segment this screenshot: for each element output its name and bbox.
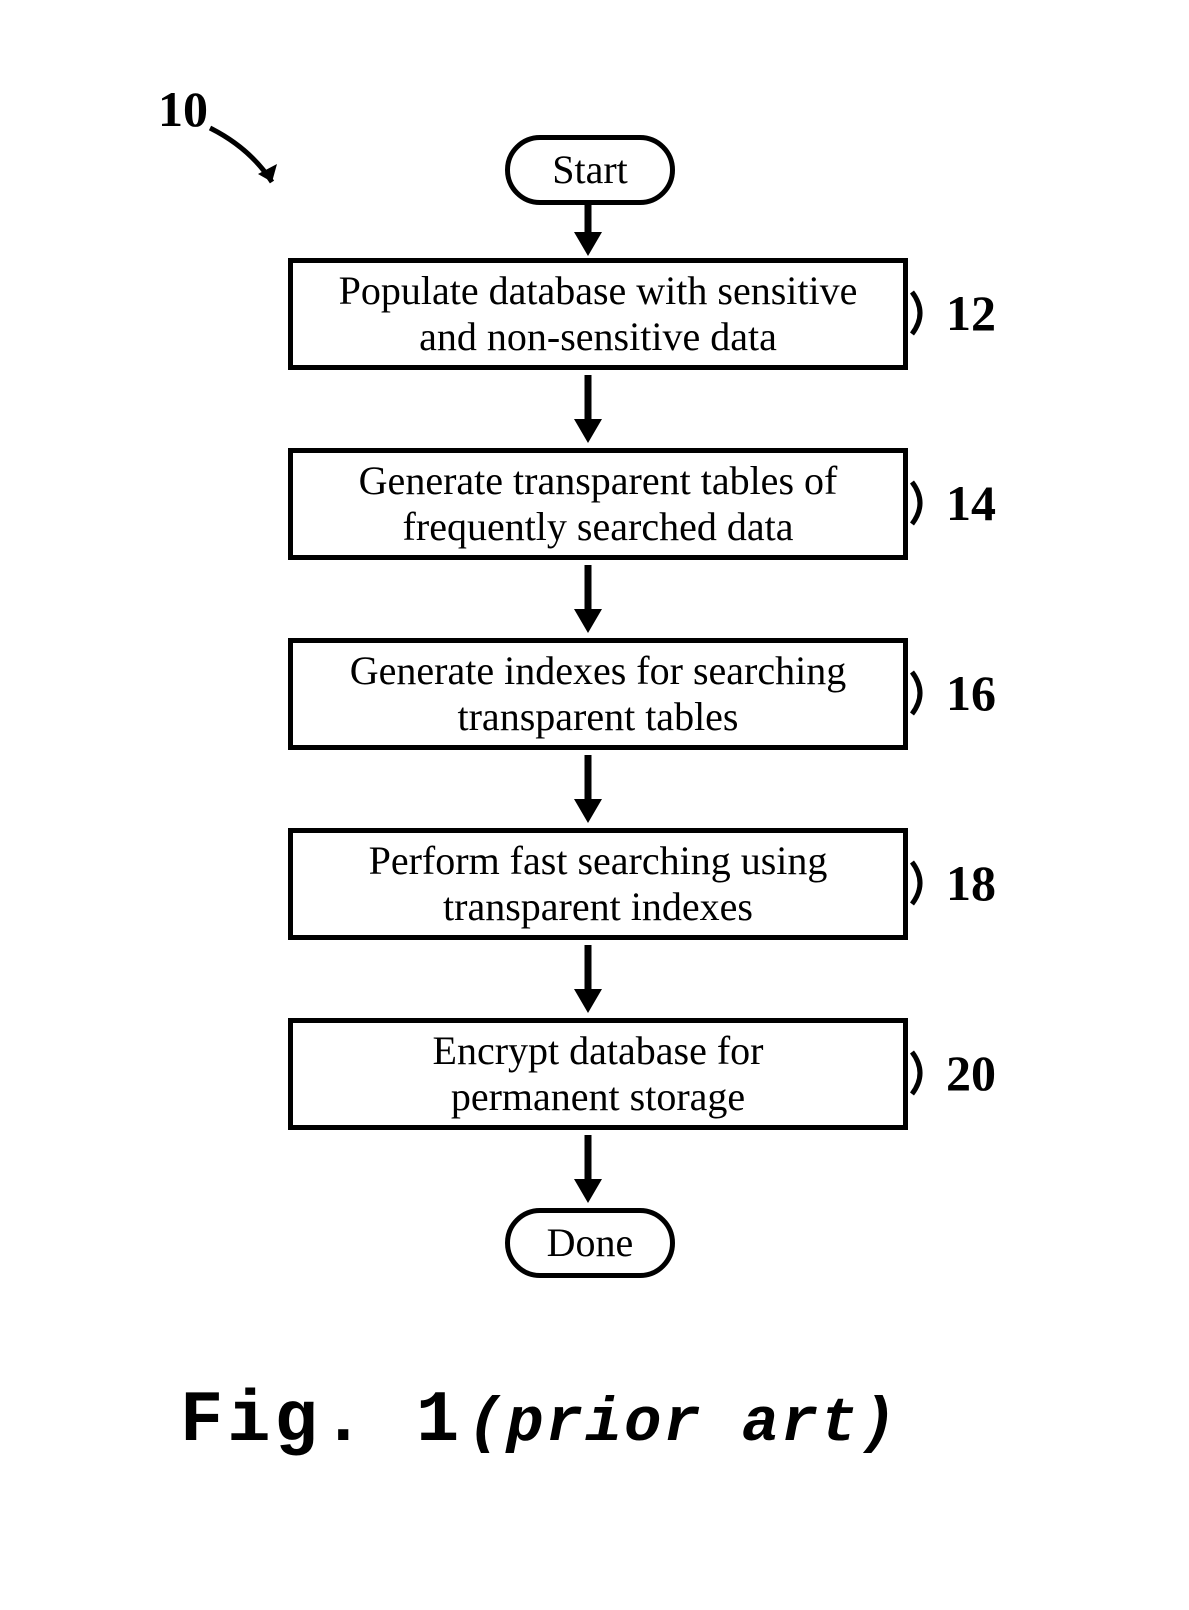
terminator-start: Start bbox=[505, 135, 675, 205]
process-step-5-text: Encrypt database forpermanent storage bbox=[433, 1028, 764, 1120]
ref-label-18: 18 bbox=[946, 854, 996, 912]
terminator-done: Done bbox=[505, 1208, 675, 1278]
process-step-2: Generate transparent tables offrequently… bbox=[288, 448, 908, 560]
caption-prior-art: (prior art) bbox=[467, 1388, 898, 1459]
ref-bracket-14 bbox=[910, 478, 944, 528]
arrow-start-to-step1 bbox=[568, 200, 608, 260]
figure-ref-10-pointer bbox=[200, 118, 300, 208]
arrow-step1-to-step2 bbox=[568, 375, 608, 447]
ref-bracket-20 bbox=[910, 1048, 944, 1098]
arrow-step4-to-step5 bbox=[568, 945, 608, 1017]
arrow-step2-to-step3 bbox=[568, 565, 608, 637]
process-step-2-text: Generate transparent tables offrequently… bbox=[359, 458, 838, 550]
caption-fig-number: Fig. 1 bbox=[180, 1380, 463, 1462]
ref-bracket-18 bbox=[910, 858, 944, 908]
arrow-step5-to-done bbox=[568, 1135, 608, 1207]
process-step-4-text: Perform fast searching usingtransparent … bbox=[369, 838, 828, 930]
process-step-1: Populate database with sensitiveand non-… bbox=[288, 258, 908, 370]
ref-label-16: 16 bbox=[946, 664, 996, 722]
flowchart-canvas: 10 Start Populate database with sensitiv… bbox=[0, 0, 1189, 1610]
process-step-4: Perform fast searching usingtransparent … bbox=[288, 828, 908, 940]
process-step-1-text: Populate database with sensitiveand non-… bbox=[339, 268, 858, 360]
ref-label-20: 20 bbox=[946, 1044, 996, 1102]
terminator-start-label: Start bbox=[552, 150, 628, 190]
ref-bracket-12 bbox=[910, 288, 944, 338]
ref-label-12: 12 bbox=[946, 284, 996, 342]
ref-bracket-16 bbox=[910, 668, 944, 718]
figure-caption: Fig. 1 (prior art) bbox=[180, 1380, 899, 1462]
terminator-done-label: Done bbox=[547, 1223, 634, 1263]
process-step-3: Generate indexes for searchingtransparen… bbox=[288, 638, 908, 750]
ref-label-14: 14 bbox=[946, 474, 996, 532]
arrow-step3-to-step4 bbox=[568, 755, 608, 827]
process-step-3-text: Generate indexes for searchingtransparen… bbox=[350, 648, 846, 740]
process-step-5: Encrypt database forpermanent storage bbox=[288, 1018, 908, 1130]
